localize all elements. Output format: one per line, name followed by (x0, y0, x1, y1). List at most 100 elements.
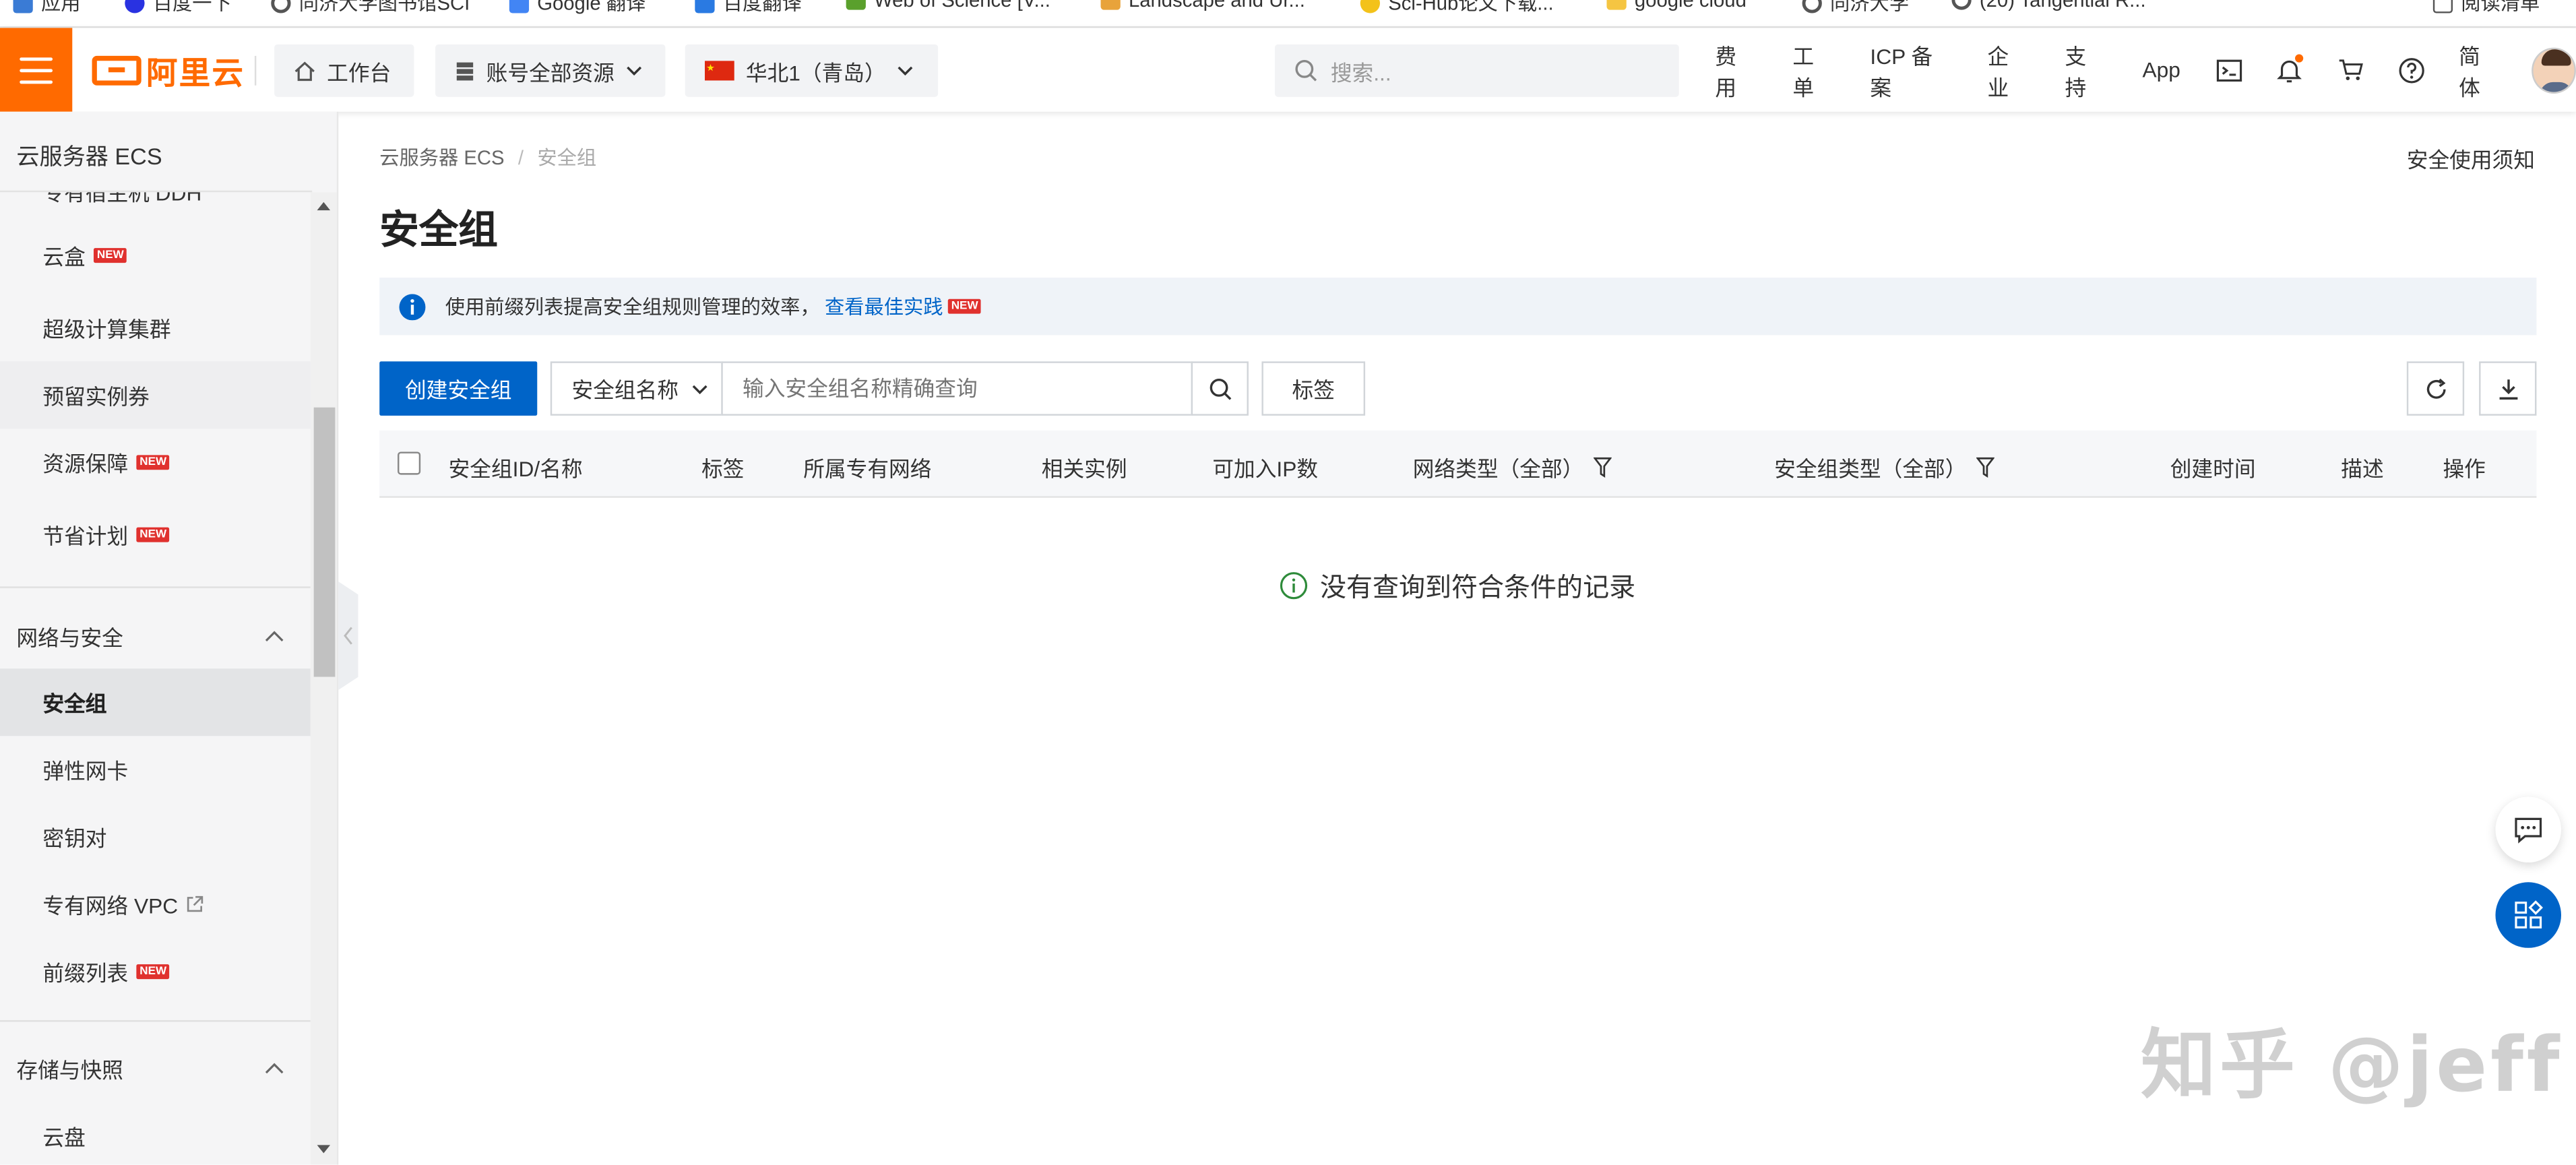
bookmark-baidu-translate[interactable]: 百度翻译 (695, 0, 802, 16)
column-header-label: 标签 (701, 456, 745, 482)
export-button[interactable] (2479, 361, 2537, 416)
user-avatar[interactable] (2531, 46, 2576, 93)
create-security-group-button[interactable]: 创建安全组 (379, 361, 538, 416)
sidebar-item-reserved-instances[interactable]: 预留实例券 (0, 361, 311, 429)
google-translate-icon (509, 0, 530, 13)
bookmarks-bar: 应用 百度一下 同济大学图书馆SCI Google 翻译 百度翻译 Web of… (0, 0, 2576, 28)
bell-icon[interactable] (2277, 53, 2303, 83)
column-header-description: 描述 (2341, 451, 2383, 482)
sidebar-group-storage-snapshots[interactable]: 存储与快照 (0, 1035, 311, 1101)
sidebar-group-label: 存储与快照 (16, 1057, 123, 1082)
filter-icon[interactable] (1976, 457, 1994, 478)
aliyun-logo[interactable]: 阿里云 (92, 51, 245, 91)
new-badge: NEW (94, 248, 127, 263)
security-notice-link[interactable]: 安全使用须知 (2407, 143, 2535, 174)
feedback-button[interactable] (2495, 796, 2561, 863)
security-group-search-input[interactable] (721, 361, 1193, 416)
journal-icon (1100, 0, 1121, 10)
sidebar-item-prefix-lists[interactable]: 前缀列表 NEW (0, 938, 311, 1005)
sidebar-item-key-pairs[interactable]: 密钥对 (0, 803, 311, 871)
workbench-button[interactable]: 工作台 (274, 44, 414, 97)
scroll-up-arrow[interactable] (317, 201, 331, 211)
sidebar-item-label: 安全组 (42, 691, 107, 717)
bookmark-scihub[interactable]: Sci-Hub论文下载... (1360, 0, 1554, 16)
reading-list-icon (2432, 0, 2453, 13)
nav-link-fees[interactable]: 费用 (1715, 38, 1756, 101)
chevron-down-icon (692, 384, 708, 393)
column-header-group-type[interactable]: 安全组类型（全部） (1774, 451, 1994, 482)
empty-state: 没有查询到符合条件的记录 (0, 565, 2576, 605)
global-search-input[interactable]: 搜索... (1274, 44, 1679, 97)
bookmark-web-of-science[interactable]: Web of Science [V... (846, 0, 1050, 11)
sidebar-item-resource-assurance[interactable]: 资源保障 NEW (0, 429, 311, 496)
breadcrumb-parent[interactable]: 云服务器 ECS (379, 146, 504, 169)
sidebar: 云服务器 ECS 专有宿主机 DDH 云盒NEW 超级计算集群 预留实例券 资源… (0, 111, 339, 1165)
nav-link-support[interactable]: 支持 (2065, 38, 2106, 101)
nav-link-enterprise[interactable]: 企业 (1987, 38, 2028, 101)
nav-link-icp[interactable]: ICP 备案 (1870, 38, 1951, 101)
sidebar-item-savings-plan[interactable]: 节省计划 NEW (0, 501, 311, 569)
globe-icon (1802, 0, 1822, 13)
sidebar-item-label: 专有网络 VPC (42, 893, 179, 918)
sidebar-item-cloudbox[interactable]: 云盒 NEW (0, 222, 311, 289)
bookmark-tongji-library[interactable]: 同济大学图书馆SCI (271, 0, 470, 16)
bookmark-google-cloud[interactable]: google cloud (1606, 0, 1747, 11)
chevron-down-icon (898, 66, 913, 76)
sidebar-item-vpc[interactable]: 专有网络 VPC (0, 871, 311, 938)
chevron-down-icon (627, 66, 642, 76)
scroll-down-arrow[interactable] (317, 1145, 331, 1154)
chevron-up-icon (265, 630, 284, 641)
table-header: 安全组ID/名称 标签 所属专有网络 相关实例 可加入IP数 网络类型（全部） … (379, 430, 2537, 498)
language-switch[interactable]: 简体 (2459, 38, 2500, 101)
sidebar-item-super-computing[interactable]: 超级计算集群 (0, 294, 311, 361)
column-header-label: 相关实例 (1041, 456, 1127, 482)
cart-icon[interactable] (2337, 57, 2364, 83)
bookmark-landscape[interactable]: Landscape and Ur... (1100, 0, 1305, 11)
apps-float-button[interactable] (2495, 882, 2561, 948)
bookmark-baidu[interactable]: 百度一下 (125, 0, 232, 16)
bookmark-google-translate[interactable]: Google 翻译 (509, 0, 646, 16)
sidebar-item-security-group[interactable]: 安全组 (0, 668, 311, 736)
hamburger-menu-button[interactable] (0, 28, 73, 112)
search-placeholder: 搜索... (1330, 59, 1391, 85)
sidebar-item-eni[interactable]: 弹性网卡 (0, 736, 311, 803)
globe-icon (271, 0, 291, 13)
account-resources-dropdown[interactable]: 账号全部资源 (435, 44, 666, 97)
new-badge: NEW (947, 298, 982, 314)
search-icon (1209, 377, 1231, 400)
scihub-icon (1360, 0, 1381, 13)
wos-icon (846, 0, 866, 10)
refresh-button[interactable] (2406, 361, 2465, 416)
bookmark-tongji[interactable]: 同济大学 (1802, 0, 1909, 16)
chat-icon (2515, 817, 2542, 843)
select-all-checkbox[interactable] (398, 451, 421, 475)
column-header-network-type[interactable]: 网络类型（全部） (1413, 451, 1612, 482)
filter-field-select[interactable]: 安全组名称 (550, 361, 723, 416)
sidebar-item-cloud-disk[interactable]: 云盘 (0, 1102, 311, 1165)
best-practice-link[interactable]: 查看最佳实践 (825, 292, 943, 320)
sidebar-item-label: 前缀列表 (42, 961, 129, 986)
filter-icon[interactable] (1593, 457, 1612, 478)
bookmark-apps[interactable]: 应用 (13, 0, 81, 16)
sidebar-item-label: 节省计划 (42, 524, 129, 549)
database-icon (456, 61, 474, 80)
terminal-icon[interactable] (2217, 57, 2243, 83)
sidebar-scrollbar[interactable] (310, 192, 337, 1165)
tag-filter-button[interactable]: 标签 (1261, 361, 1366, 416)
menu-line (20, 68, 53, 72)
nav-link-app[interactable]: App (2142, 57, 2180, 82)
divider (254, 55, 257, 86)
divider (0, 1020, 311, 1022)
workbench-label: 工作台 (327, 59, 391, 85)
search-button[interactable] (1191, 361, 1249, 416)
reading-list[interactable]: 阅读清单 (2432, 0, 2540, 16)
sidebar-group-network-security[interactable]: 网络与安全 (0, 603, 311, 669)
bookmark-tangential[interactable]: (20) Tangential R... (1951, 0, 2146, 11)
column-header-label: 安全组ID/名称 (448, 456, 583, 482)
breadcrumb-separator: / (517, 146, 524, 170)
nav-link-tickets[interactable]: 工单 (1792, 38, 1833, 101)
sidebar-scrollbar-thumb[interactable] (313, 407, 336, 677)
help-icon[interactable] (2398, 57, 2424, 83)
region-dropdown[interactable]: 华北1（青岛） (685, 44, 939, 97)
column-header-vpc: 所属专有网络 (803, 451, 931, 482)
